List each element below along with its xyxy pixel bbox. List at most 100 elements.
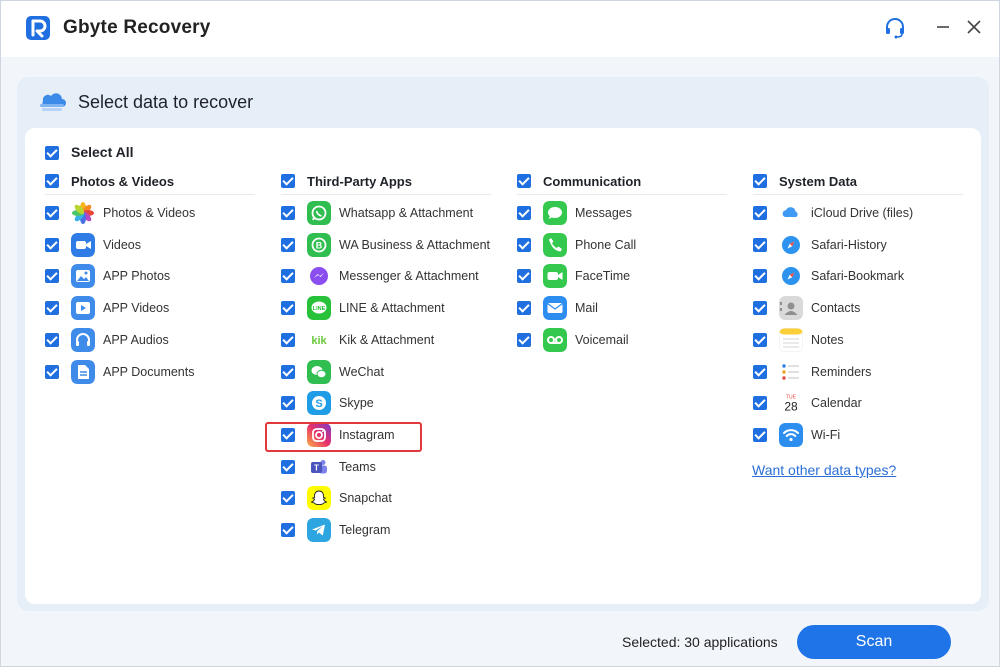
data-type-item-messenger-attachment[interactable]: Messenger & Attachment	[281, 262, 496, 290]
item-label: Voicemail	[575, 332, 629, 347]
column-checkbox-third-party-apps[interactable]	[281, 174, 295, 188]
item-checkbox[interactable]	[45, 206, 59, 220]
app-documents-icon	[71, 359, 95, 384]
minimize-icon[interactable]	[931, 15, 955, 39]
wa-business-icon: B	[307, 232, 331, 257]
calendar-icon: TUE28	[779, 391, 803, 416]
item-checkbox[interactable]	[281, 301, 295, 316]
item-checkbox[interactable]	[45, 332, 59, 347]
item-checkbox[interactable]	[281, 523, 295, 537]
svg-text:T: T	[314, 463, 319, 472]
data-type-item-videos[interactable]: Videos	[45, 231, 260, 259]
item-label: APP Audios	[103, 332, 169, 347]
data-type-item-calendar[interactable]: TUE 28 Calendar	[753, 389, 968, 417]
data-type-item-icloud-drive-files[interactable]: iCloud Drive (files)	[753, 199, 968, 227]
data-type-item-mail[interactable]: Mail	[517, 294, 732, 322]
item-checkbox[interactable]	[281, 237, 295, 252]
item-checkbox[interactable]	[753, 237, 767, 252]
data-type-item-contacts[interactable]: Contacts	[753, 294, 968, 322]
select-all-checkbox[interactable]	[45, 146, 59, 160]
select-all-label: Select All	[71, 144, 134, 160]
data-type-item-safari-bookmark[interactable]: Safari-Bookmark	[753, 262, 968, 290]
item-checkbox[interactable]	[517, 237, 531, 252]
item-checkbox[interactable]	[753, 206, 767, 220]
item-label: Safari-Bookmark	[811, 269, 905, 284]
data-type-item-snapchat[interactable]: Snapchat	[281, 484, 496, 512]
messages-icon	[543, 201, 567, 225]
item-label: Videos	[103, 237, 141, 252]
data-type-item-photos-videos[interactable]: Photos & Videos	[45, 199, 260, 227]
item-label: WeChat	[339, 364, 384, 379]
svg-text:LINE: LINE	[313, 306, 326, 312]
item-label: Contacts	[811, 301, 861, 316]
data-type-item-reminders[interactable]: Reminders	[753, 358, 968, 386]
item-checkbox[interactable]	[45, 237, 59, 252]
data-type-item-phone-call[interactable]: Phone Call	[517, 231, 732, 259]
whatsapp-icon	[307, 201, 331, 225]
item-checkbox[interactable]	[753, 427, 767, 442]
other-data-types-link[interactable]: Want other data types?	[752, 462, 896, 478]
data-type-item-teams[interactable]: T Teams	[281, 453, 496, 481]
item-checkbox[interactable]	[517, 301, 531, 316]
item-checkbox[interactable]	[753, 364, 767, 379]
data-type-item-whatsapp-attachment[interactable]: Whatsapp & Attachment	[281, 199, 496, 227]
item-checkbox[interactable]	[45, 269, 59, 284]
data-type-item-wa-business-attachment[interactable]: B WA Business & Attachment	[281, 231, 496, 259]
item-label: WA Business & Attachment	[339, 237, 490, 252]
scan-button[interactable]: Scan	[797, 625, 951, 659]
support-headset-icon[interactable]	[883, 16, 907, 40]
item-checkbox[interactable]	[753, 269, 767, 284]
app-videos-icon	[71, 296, 95, 321]
item-checkbox[interactable]	[517, 206, 531, 220]
item-checkbox[interactable]	[281, 459, 295, 474]
line-icon: LINE	[307, 296, 331, 321]
close-icon[interactable]	[962, 15, 986, 39]
item-label: Messages	[575, 206, 632, 220]
column-checkbox-photos-videos[interactable]	[45, 174, 59, 188]
item-checkbox[interactable]	[281, 269, 295, 284]
item-checkbox[interactable]	[45, 364, 59, 379]
item-checkbox[interactable]	[517, 269, 531, 284]
instagram-highlight-box	[265, 422, 422, 452]
item-checkbox[interactable]	[281, 396, 295, 411]
column-checkbox-system-data[interactable]	[753, 174, 767, 188]
data-type-item-safari-history[interactable]: Safari-History	[753, 231, 968, 259]
item-checkbox[interactable]	[517, 332, 531, 347]
item-label: Calendar	[811, 396, 862, 411]
contacts-icon	[779, 296, 803, 321]
data-type-item-telegram[interactable]: Telegram	[281, 516, 496, 544]
data-type-item-wechat[interactable]: WeChat	[281, 358, 496, 386]
column-header-photos-videos: Photos & Videos	[71, 174, 175, 189]
data-type-item-app-videos[interactable]: APP Videos	[45, 294, 260, 322]
data-type-item-messages[interactable]: Messages	[517, 199, 732, 227]
data-type-item-facetime[interactable]: FaceTime	[517, 262, 732, 290]
data-type-item-app-documents[interactable]: APP Documents	[45, 358, 260, 386]
mail-icon	[543, 296, 567, 321]
data-type-item-voicemail[interactable]: Voicemail	[517, 326, 732, 354]
data-type-item-app-photos[interactable]: APP Photos	[45, 262, 260, 290]
kik-icon: kik	[307, 327, 331, 352]
data-type-item-skype[interactable]: S Skype	[281, 389, 496, 417]
selected-count: Selected: 30 applications	[622, 634, 778, 650]
app-photos-icon	[71, 264, 95, 289]
data-type-item-line-attachment[interactable]: LINE LINE & Attachment	[281, 294, 496, 322]
item-checkbox[interactable]	[753, 332, 767, 347]
data-type-item-wi-fi[interactable]: Wi-Fi	[753, 421, 968, 449]
item-checkbox[interactable]	[45, 301, 59, 316]
item-checkbox[interactable]	[753, 301, 767, 316]
item-label: Notes	[811, 332, 844, 347]
column-header-third-party-apps: Third-Party Apps	[307, 174, 412, 189]
svg-text:S: S	[315, 398, 322, 410]
item-checkbox[interactable]	[281, 206, 295, 220]
app-title: Gbyte Recovery	[63, 17, 211, 38]
item-checkbox[interactable]	[281, 332, 295, 347]
app-window: Gbyte Recovery Select data to recover Se…	[0, 0, 1000, 667]
data-type-item-kik-attachment[interactable]: kik Kik & Attachment	[281, 326, 496, 354]
item-checkbox[interactable]	[281, 491, 295, 506]
item-checkbox[interactable]	[281, 364, 295, 379]
data-type-item-app-audios[interactable]: APP Audios	[45, 326, 260, 354]
column-checkbox-communication[interactable]	[517, 174, 531, 188]
data-type-item-notes[interactable]: Notes	[753, 326, 968, 354]
item-label: Skype	[339, 396, 374, 411]
item-checkbox[interactable]	[753, 396, 767, 411]
